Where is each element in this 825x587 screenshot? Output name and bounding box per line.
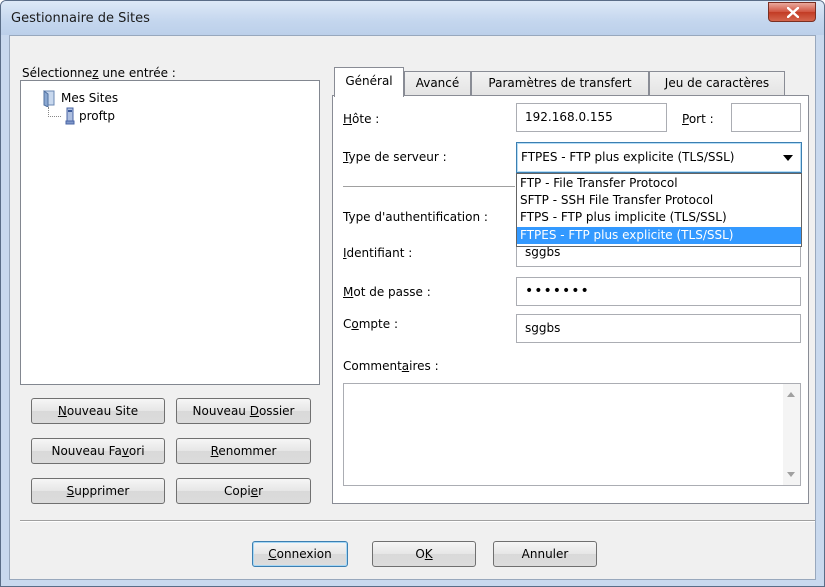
server-type-label: Type de serveur : [343,150,447,164]
new-bookmark-button[interactable]: Nouveau Favori [31,438,165,464]
ok-button[interactable]: OK [372,541,476,567]
server-type-dropdown-list: FTP - File Transfer Protocol SFTP - SSH … [516,173,802,247]
account-input[interactable]: sggbs [516,314,801,343]
option-ftp[interactable]: FTP - File Transfer Protocol [517,175,801,192]
select-entry-label: Sélectionnez une entrée : [22,66,176,80]
close-icon [787,7,799,18]
server-type-selected-value: FTPES - FTP plus explicite (TLS/SSL) [521,150,735,164]
port-label: Port : [682,112,714,126]
tree-item-proftp[interactable]: proftp [79,109,115,123]
rename-button[interactable]: Renommer [176,438,311,464]
copy-button[interactable]: Copier [176,478,311,504]
close-button[interactable] [768,2,816,22]
tab-advanced[interactable]: Avancé [404,71,471,96]
tree-root-mes-sites[interactable]: Mes Sites [61,91,118,105]
separator [343,186,515,188]
tree-connector [48,107,61,117]
password-input[interactable]: ••••••• [516,277,801,306]
comments-scrollbar[interactable] [783,384,800,485]
scroll-down-icon[interactable] [787,472,795,477]
footer-separator [20,520,815,522]
window-title: Gestionnaire de Sites [11,11,150,26]
cancel-button[interactable]: Annuler [493,541,597,567]
comments-label: Commentaires : [343,359,439,373]
tab-charset[interactable]: Jeu de caractères [649,71,785,96]
tab-transfer-settings[interactable]: Paramètres de transfert [471,71,649,96]
option-ftps[interactable]: FTPS - FTP plus implicite (TLS/SSL) [517,209,801,226]
account-label: Compte : [343,317,398,331]
server-icon [65,107,75,125]
option-ftpes[interactable]: FTPES - FTP plus explicite (TLS/SSL) [517,227,801,244]
tab-general[interactable]: Général [334,67,404,97]
chevron-down-icon [783,155,793,161]
host-input[interactable]: 192.168.0.155 [516,103,667,132]
scroll-up-icon[interactable] [787,392,795,397]
folder-icon [43,90,55,107]
new-folder-button[interactable]: Nouveau Dossier [176,398,311,424]
site-tree[interactable]: Mes Sites proftp [20,80,320,385]
host-label: Hôte : [343,112,380,126]
user-label: Identifiant : [343,246,413,260]
title-bar[interactable]: Gestionnaire de Sites [1,1,824,35]
connect-button[interactable]: Connexion [252,541,348,567]
comments-textarea[interactable] [343,383,801,486]
auth-type-label: Type d'authentification : [343,210,488,224]
option-sftp[interactable]: SFTP - SSH File Transfer Protocol [517,192,801,209]
port-input[interactable] [731,103,801,132]
delete-button[interactable]: Supprimer [31,478,165,504]
password-label: Mot de passe : [343,285,431,299]
new-site-button[interactable]: Nouveau Site [31,398,165,424]
server-type-select[interactable]: FTPES - FTP plus explicite (TLS/SSL) [516,142,802,173]
